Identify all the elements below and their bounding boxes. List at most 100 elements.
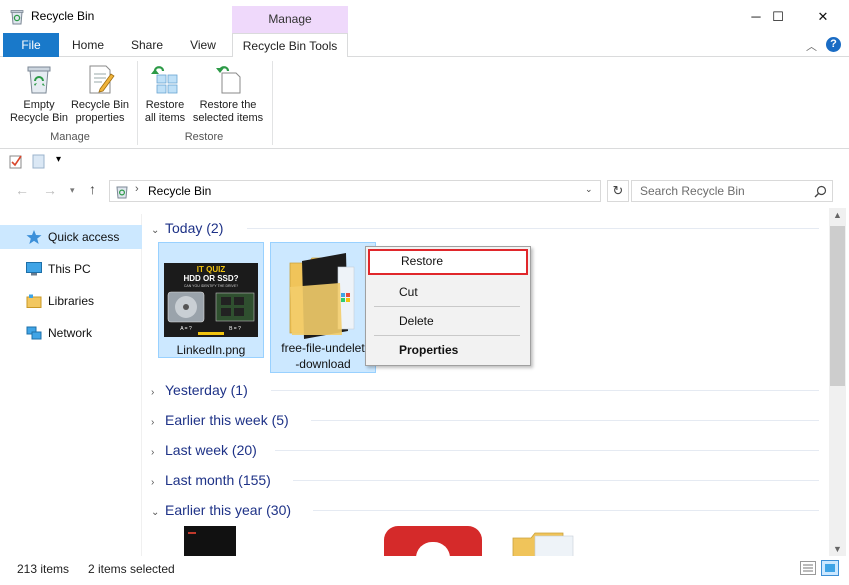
computer-icon xyxy=(26,262,42,276)
star-icon xyxy=(26,230,42,244)
empty-recycle-bin-button[interactable]: Empty Recycle Bin xyxy=(6,57,72,125)
quiz-thumbnail: IT QUIZ HDD OR SSD? CAN YOU IDENTIFY THE… xyxy=(164,263,258,337)
title-bar: Recycle Bin Manage ─ ☐ ✕ xyxy=(0,0,849,33)
new-folder-icon[interactable] xyxy=(32,154,45,169)
file-name: LinkedIn.png xyxy=(176,343,246,357)
refresh-icon[interactable]: ↻ xyxy=(607,180,629,202)
file-name-line-1: free-file-undelet xyxy=(281,341,365,355)
group-header-earlier-this-year[interactable]: ⌄ Earlier this year (30) xyxy=(151,499,821,521)
search-placeholder: Search Recycle Bin xyxy=(640,184,745,198)
menu-item-restore[interactable]: Restore xyxy=(368,249,528,275)
ribbon-separator xyxy=(272,61,273,145)
restore-group-label: Restore xyxy=(184,131,224,143)
thumb-b: B = ? xyxy=(229,326,241,332)
group-divider xyxy=(271,390,819,391)
manage-group-label: Manage xyxy=(50,131,90,143)
scroll-up-icon[interactable]: ▲ xyxy=(833,210,842,220)
sidebar-item-network[interactable]: Network xyxy=(0,321,142,345)
restore-selected-items-button[interactable]: Restore the selected items xyxy=(190,57,266,125)
ribbon: Empty Recycle Bin Recycle Bin properties… xyxy=(0,57,849,149)
customize-qat-icon[interactable]: ▾ xyxy=(56,154,61,165)
restore-selected-icon xyxy=(212,63,244,95)
tab-home[interactable]: Home xyxy=(64,33,112,57)
group-header-last-week[interactable]: › Last week (20) xyxy=(151,439,821,461)
breadcrumb-separator-icon[interactable]: › xyxy=(135,183,139,195)
file-thumbnail[interactable] xyxy=(384,526,482,556)
folder-thumbnail[interactable] xyxy=(511,530,577,556)
breadcrumb[interactable]: Recycle Bin xyxy=(148,184,211,198)
quick-access-toolbar: ▾ xyxy=(0,150,849,174)
close-button[interactable]: ✕ xyxy=(800,0,846,33)
restore-all-items-button[interactable]: Restore all items xyxy=(140,57,190,125)
selection-count: 2 items selected xyxy=(88,562,175,576)
ribbon-tabs: File Home Share View Recycle Bin Tools xyxy=(0,33,849,58)
recycle-bin-icon xyxy=(10,10,24,25)
group-title: Last week (20) xyxy=(165,442,257,458)
maximize-button[interactable]: ☐ xyxy=(755,0,801,33)
group-header-yesterday[interactable]: › Yesterday (1) xyxy=(151,379,821,401)
properties-icon xyxy=(84,63,116,95)
recycle-bin-properties-button[interactable]: Recycle Bin properties xyxy=(68,57,132,125)
address-bar[interactable]: › Recycle Bin ⌄ xyxy=(109,180,601,202)
archive-folder-icon xyxy=(289,253,355,339)
scroll-down-icon[interactable]: ▼ xyxy=(833,544,842,554)
forward-arrow-icon[interactable]: → xyxy=(43,182,57,198)
tab-view[interactable]: View xyxy=(182,33,224,57)
props-label-2: properties xyxy=(75,112,125,124)
item-count: 213 items xyxy=(17,562,70,576)
chevron-right-icon: › xyxy=(151,417,155,428)
group-header-earlier-this-week[interactable]: › Earlier this week (5) xyxy=(151,409,821,431)
network-icon xyxy=(26,326,42,340)
details-view-icon[interactable] xyxy=(800,561,816,575)
manage-context-header: Manage xyxy=(232,6,348,33)
sidebar-item-label: Network xyxy=(48,326,93,340)
libraries-icon xyxy=(26,294,42,308)
scrollbar-thumb[interactable] xyxy=(830,226,845,386)
restore-selected-label-2: selected items xyxy=(192,112,264,124)
window-title: Recycle Bin xyxy=(31,9,95,23)
group-divider xyxy=(293,480,819,481)
search-icon[interactable] xyxy=(814,185,827,198)
group-divider xyxy=(311,420,819,421)
sidebar-item-libraries[interactable]: Libraries xyxy=(0,289,142,313)
menu-item-delete[interactable]: Delete xyxy=(366,309,530,333)
tab-file[interactable]: File xyxy=(3,33,59,57)
properties-check-icon[interactable] xyxy=(9,154,23,169)
thumb-line-1: IT QUIZ xyxy=(197,265,226,274)
navigation-pane: Quick access This PC Libraries Network xyxy=(0,214,142,556)
ribbon-separator xyxy=(137,61,138,145)
menu-item-cut[interactable]: Cut xyxy=(366,280,530,304)
menu-item-properties[interactable]: Properties xyxy=(366,338,530,362)
large-icons-view-icon[interactable] xyxy=(821,560,839,576)
menu-separator xyxy=(374,335,520,336)
group-divider xyxy=(247,228,819,229)
thumb-a: A = ? xyxy=(180,326,192,332)
search-input[interactable]: Search Recycle Bin xyxy=(631,180,833,202)
sidebar-item-label: This PC xyxy=(48,262,91,276)
group-header-today[interactable]: ⌄ Today (2) xyxy=(151,217,821,239)
up-arrow-icon[interactable]: ↑ xyxy=(89,181,96,197)
back-arrow-icon[interactable]: ← xyxy=(15,182,29,198)
tab-share[interactable]: Share xyxy=(122,33,172,57)
restore-selected-label-1: Restore the xyxy=(199,99,257,111)
help-icon[interactable]: ? xyxy=(826,37,841,52)
status-bar: 213 items 2 items selected xyxy=(0,556,849,585)
chevron-down-icon: ⌄ xyxy=(151,225,160,236)
collapse-ribbon-icon[interactable]: ︿ xyxy=(806,38,817,54)
sidebar-item-this-pc[interactable]: This PC xyxy=(0,257,142,281)
file-name-line-2: -download xyxy=(295,357,351,371)
file-item-free-file-undelete[interactable]: free-file-undelet -download xyxy=(270,242,376,373)
file-thumbnail[interactable] xyxy=(184,526,236,556)
empty-label-2: Recycle Bin xyxy=(9,112,69,124)
sidebar-item-quick-access[interactable]: Quick access xyxy=(0,225,142,249)
chevron-down-icon: ⌄ xyxy=(151,507,160,518)
tab-recycle-bin-tools[interactable]: Recycle Bin Tools xyxy=(232,33,348,58)
address-dropdown-icon[interactable]: ⌄ xyxy=(585,184,593,195)
chevron-right-icon: › xyxy=(151,447,155,458)
group-header-last-month[interactable]: › Last month (155) xyxy=(151,469,821,491)
chevron-right-icon: › xyxy=(151,387,155,398)
sidebar-item-label: Libraries xyxy=(48,294,95,308)
recent-locations-icon[interactable]: ▾ xyxy=(70,185,75,196)
recycle-bin-icon xyxy=(116,186,128,199)
file-item-linkedin[interactable]: IT QUIZ HDD OR SSD? CAN YOU IDENTIFY THE… xyxy=(158,242,264,358)
